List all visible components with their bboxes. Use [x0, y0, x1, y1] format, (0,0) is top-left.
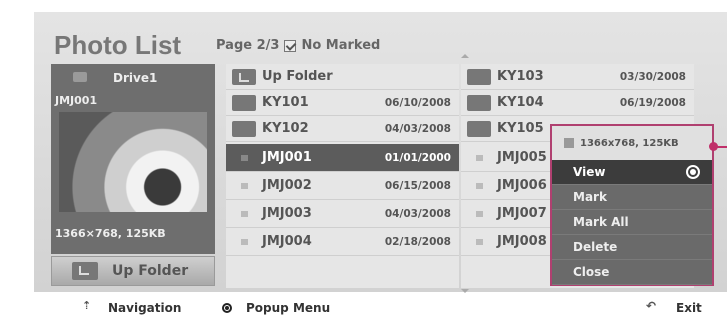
file-name: Up Folder [262, 69, 333, 84]
up-folder-button[interactable]: Up Folder [51, 256, 215, 286]
page-title: Photo List [54, 30, 182, 60]
popup-menu: 1366x768, 125KB View Mark Mark All Delet… [550, 124, 714, 286]
file-date: 06/15/2008 [384, 179, 451, 192]
preview-file-name: JMJ001 [55, 94, 98, 107]
file-date: 01/01/2000 [384, 151, 451, 164]
return-icon [646, 299, 662, 313]
popup-item-label: View [573, 165, 606, 179]
popup-item-mark[interactable]: Mark [552, 185, 712, 210]
drive-row: Drive1 [51, 68, 215, 88]
photo-file-icon [475, 238, 483, 245]
check-icon [284, 39, 297, 52]
marked-status: No Marked [301, 38, 381, 53]
file-name: JMJ002 [262, 178, 312, 193]
file-name: KY104 [497, 95, 544, 110]
popup-item-view[interactable]: View [552, 160, 712, 185]
file-row[interactable]: KY104 06/19/2008 [461, 90, 694, 116]
file-date: 04/03/2008 [384, 207, 451, 220]
file-name: KY103 [497, 69, 544, 84]
popup-item-close[interactable]: Close [552, 260, 712, 285]
drive-label: Drive1 [113, 71, 158, 85]
file-name: JMJ001 [262, 150, 312, 165]
footer-exit: Exit [646, 299, 702, 315]
file-name: JMJ003 [262, 206, 312, 221]
file-row[interactable]: KY102 04/03/2008 [226, 116, 459, 142]
file-name: KY101 [262, 95, 309, 110]
photo-file-icon [240, 154, 248, 161]
file-date: 06/19/2008 [619, 96, 686, 109]
popup-item-mark-all[interactable]: Mark All [552, 210, 712, 235]
exit-label: Exit [676, 301, 702, 315]
file-row[interactable]: JMJ004 02/18/2008 [226, 228, 459, 256]
folder-icon [467, 120, 491, 137]
page-indicator: Page 2/3 [216, 38, 280, 53]
navigation-label: Navigation [108, 301, 182, 315]
file-column-1: Up Folder KY101 06/10/2008 KY102 04/03/2… [226, 64, 459, 288]
navigation-arrows-icon [82, 299, 94, 313]
up-folder-icon [72, 262, 98, 280]
popup-item-label: Delete [573, 240, 618, 254]
file-date: 06/10/2008 [384, 96, 451, 109]
file-row[interactable]: JMJ003 04/03/2008 [226, 200, 459, 228]
photo-file-icon [240, 182, 248, 189]
footer-navigation: Navigation [82, 299, 182, 315]
popup-file-info: 1366x768, 125KB [580, 137, 679, 149]
drive-icon [73, 72, 87, 82]
footer-bar: Navigation Popup Menu Exit [0, 298, 727, 316]
preview-panel: Drive1 JMJ001 1366×768, 125KB [51, 64, 215, 254]
up-folder-icon [232, 68, 256, 85]
photo-file-icon [475, 210, 483, 217]
popup-item-label: Mark All [573, 215, 629, 229]
radio-selected-icon [686, 165, 700, 179]
file-name: JMJ004 [262, 234, 312, 249]
folder-icon [467, 68, 491, 85]
folder-icon [232, 120, 256, 137]
info-icon [564, 138, 574, 148]
file-date: 03/30/2008 [619, 70, 686, 83]
photo-file-icon [475, 182, 483, 189]
callout-dot [709, 142, 718, 151]
popup-header: 1366x768, 125KB [552, 126, 712, 160]
ok-button-icon [222, 303, 232, 313]
file-row[interactable]: JMJ002 06/15/2008 [226, 172, 459, 200]
folder-icon [467, 94, 491, 111]
photo-file-icon [240, 238, 248, 245]
popup-menu-label: Popup Menu [246, 301, 331, 315]
scroll-up-arrow-icon[interactable] [461, 54, 469, 58]
popup-item-delete[interactable]: Delete [552, 235, 712, 260]
popup-item-label: Close [573, 265, 610, 279]
preview-thumbnail [59, 112, 207, 212]
file-row[interactable]: KY101 06/10/2008 [226, 90, 459, 116]
file-row[interactable]: KY103 03/30/2008 [461, 64, 694, 90]
file-row-selected[interactable]: JMJ001 01/01/2000 [226, 144, 459, 172]
file-name: KY102 [262, 121, 309, 136]
photo-file-icon [240, 210, 248, 217]
footer-popup-menu: Popup Menu [222, 301, 330, 315]
file-date: 04/03/2008 [384, 122, 451, 135]
popup-item-label: Mark [573, 190, 607, 204]
up-folder-label: Up Folder [112, 263, 189, 279]
preview-file-info: 1366×768, 125KB [55, 227, 166, 240]
file-row[interactable]: Up Folder [226, 64, 459, 90]
folder-icon [232, 94, 256, 111]
file-date: 02/18/2008 [384, 235, 451, 248]
page-info: Page 2/3 No Marked [216, 38, 380, 53]
scroll-down-arrow-icon[interactable] [461, 289, 469, 293]
photo-file-icon [475, 154, 483, 161]
